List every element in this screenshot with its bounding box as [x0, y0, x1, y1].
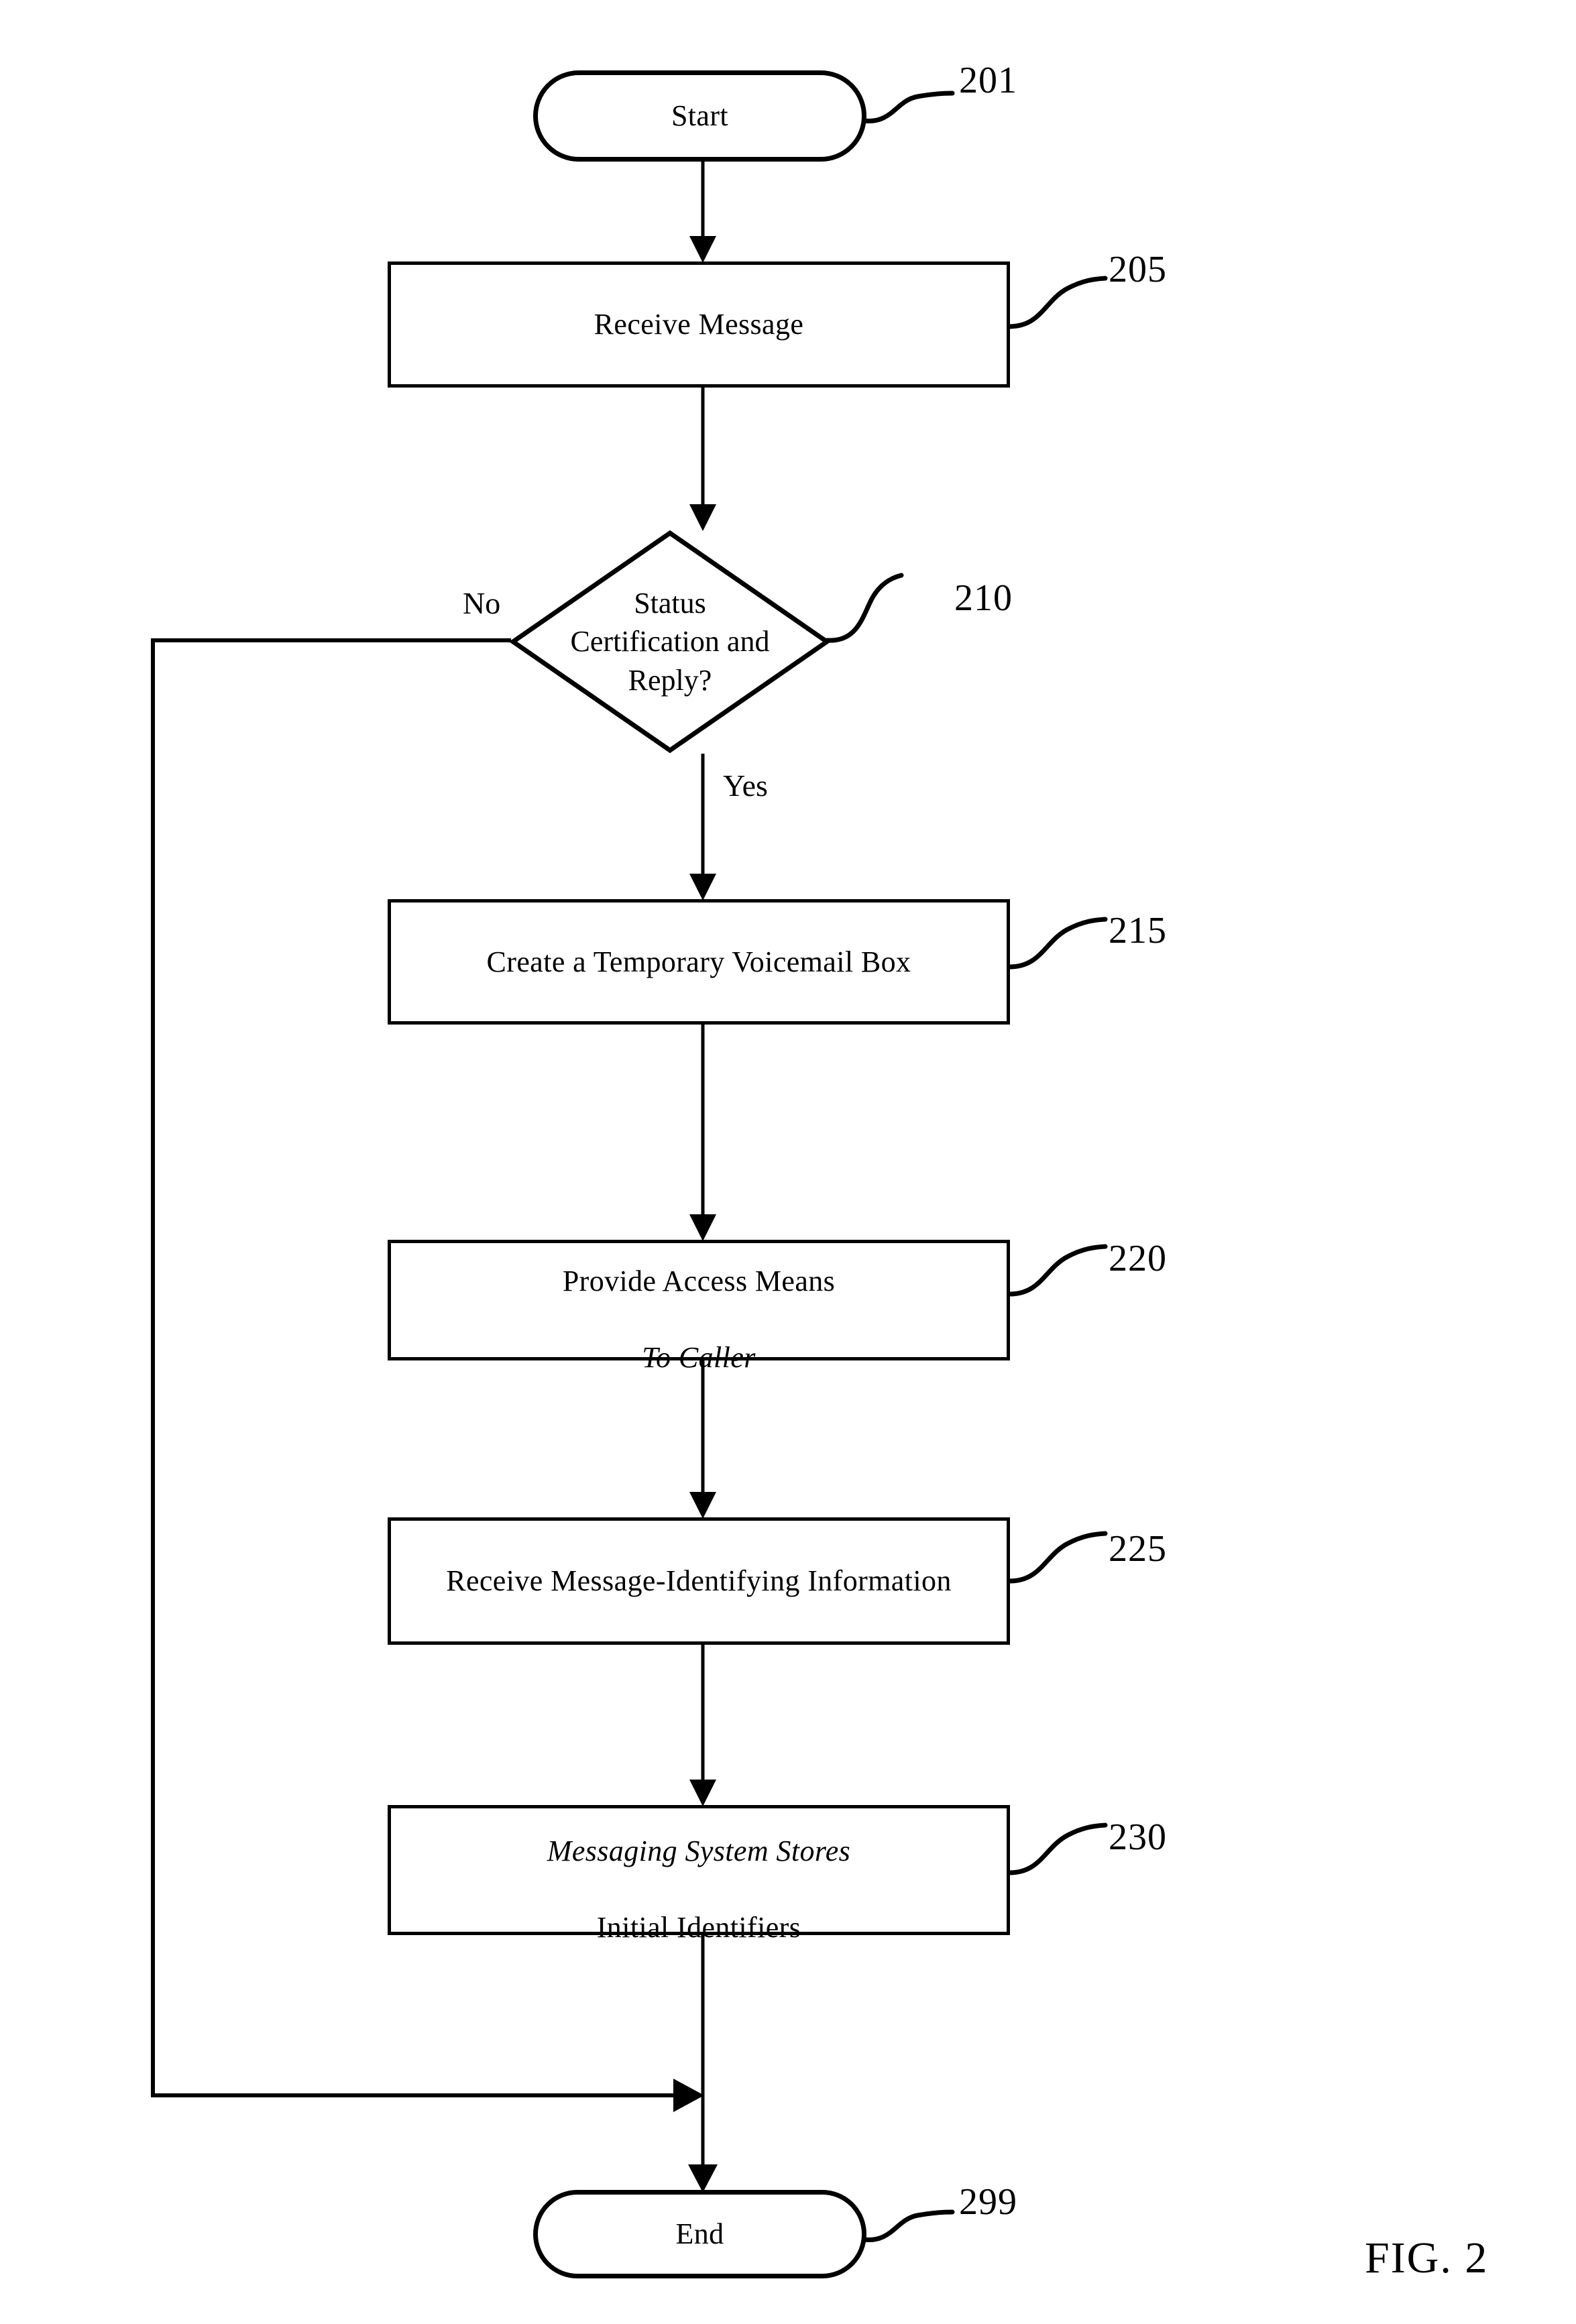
connector-230-to-end [688, 1935, 718, 2193]
leader-line-210 [824, 573, 904, 643]
connector-225-to-230 [689, 1645, 716, 1806]
connector-start-to-205 [689, 162, 716, 263]
reference-numeral-215: 215 [1109, 910, 1167, 951]
flow-node-provide-access-means: Provide Access Means To Caller [388, 1240, 1010, 1374]
flow-node-end: End [533, 2190, 866, 2278]
provide-access-line-2: To Caller [642, 1341, 756, 1375]
connector-220-to-225 [689, 1360, 716, 1519]
reference-numeral-205: 205 [1109, 249, 1167, 290]
figure-canvas: Start Receive Message Status Certificati… [0, 0, 1576, 2324]
store-identifiers-line-1: Messaging System Stores [547, 1834, 851, 1867]
flow-node-messaging-system-stores-identifiers: Messaging System Stores Initial Identifi… [388, 1805, 1010, 1944]
flow-node-receive-message: Receive Message [388, 262, 1010, 388]
flow-node-end-label: End [675, 2217, 724, 2251]
store-identifiers-line-2: Initial Identifiers [596, 1911, 801, 1944]
branch-label-no: No [463, 586, 501, 620]
branch-label-yes: Yes [723, 768, 768, 803]
flow-node-receive-message-label: Receive Message [594, 308, 804, 341]
leader-line-215 [1007, 917, 1108, 970]
reference-numeral-220: 220 [1109, 1238, 1167, 1279]
reference-numeral-299: 299 [959, 2181, 1017, 2223]
figure-caption: FIG. 2 [1365, 2233, 1489, 2282]
flow-node-receive-message-identifying-information-label: Receive Message-Identifying Information [446, 1564, 952, 1598]
flow-node-decision-status-certification: Status Certification and Reply? [510, 530, 830, 754]
flow-node-create-voicemail-box-label: Create a Temporary Voicemail Box [486, 945, 911, 978]
flow-node-messaging-system-stores-identifiers-label: Messaging System Stores Initial Identifi… [547, 1794, 850, 1947]
flow-node-start: Start [533, 70, 866, 162]
leader-line-201 [861, 91, 955, 123]
flow-node-provide-access-means-label: Provide Access Means To Caller [563, 1224, 835, 1377]
provide-access-line-1: Provide Access Means [562, 1264, 836, 1297]
reference-numeral-230: 230 [1109, 1816, 1167, 1858]
reference-numeral-210: 210 [954, 577, 1013, 619]
connector-210-yes-to-215 [689, 754, 716, 900]
leader-line-205 [1007, 276, 1108, 329]
flow-node-start-label: Start [671, 99, 729, 133]
connector-215-to-220 [689, 1025, 716, 1241]
leader-line-299 [861, 2209, 955, 2242]
flow-node-decision-label: Status Certification and Reply? [570, 587, 770, 697]
reference-numeral-201: 201 [959, 60, 1017, 101]
reference-numeral-225: 225 [1109, 1528, 1167, 1570]
connector-205-to-210 [689, 388, 716, 531]
leader-line-230 [1007, 1822, 1108, 1875]
leader-line-225 [1007, 1531, 1108, 1584]
leader-line-220 [1007, 1244, 1108, 1297]
flow-node-receive-message-identifying-information: Receive Message-Identifying Information [388, 1517, 1010, 1645]
flow-node-create-voicemail-box: Create a Temporary Voicemail Box [388, 899, 1010, 1025]
